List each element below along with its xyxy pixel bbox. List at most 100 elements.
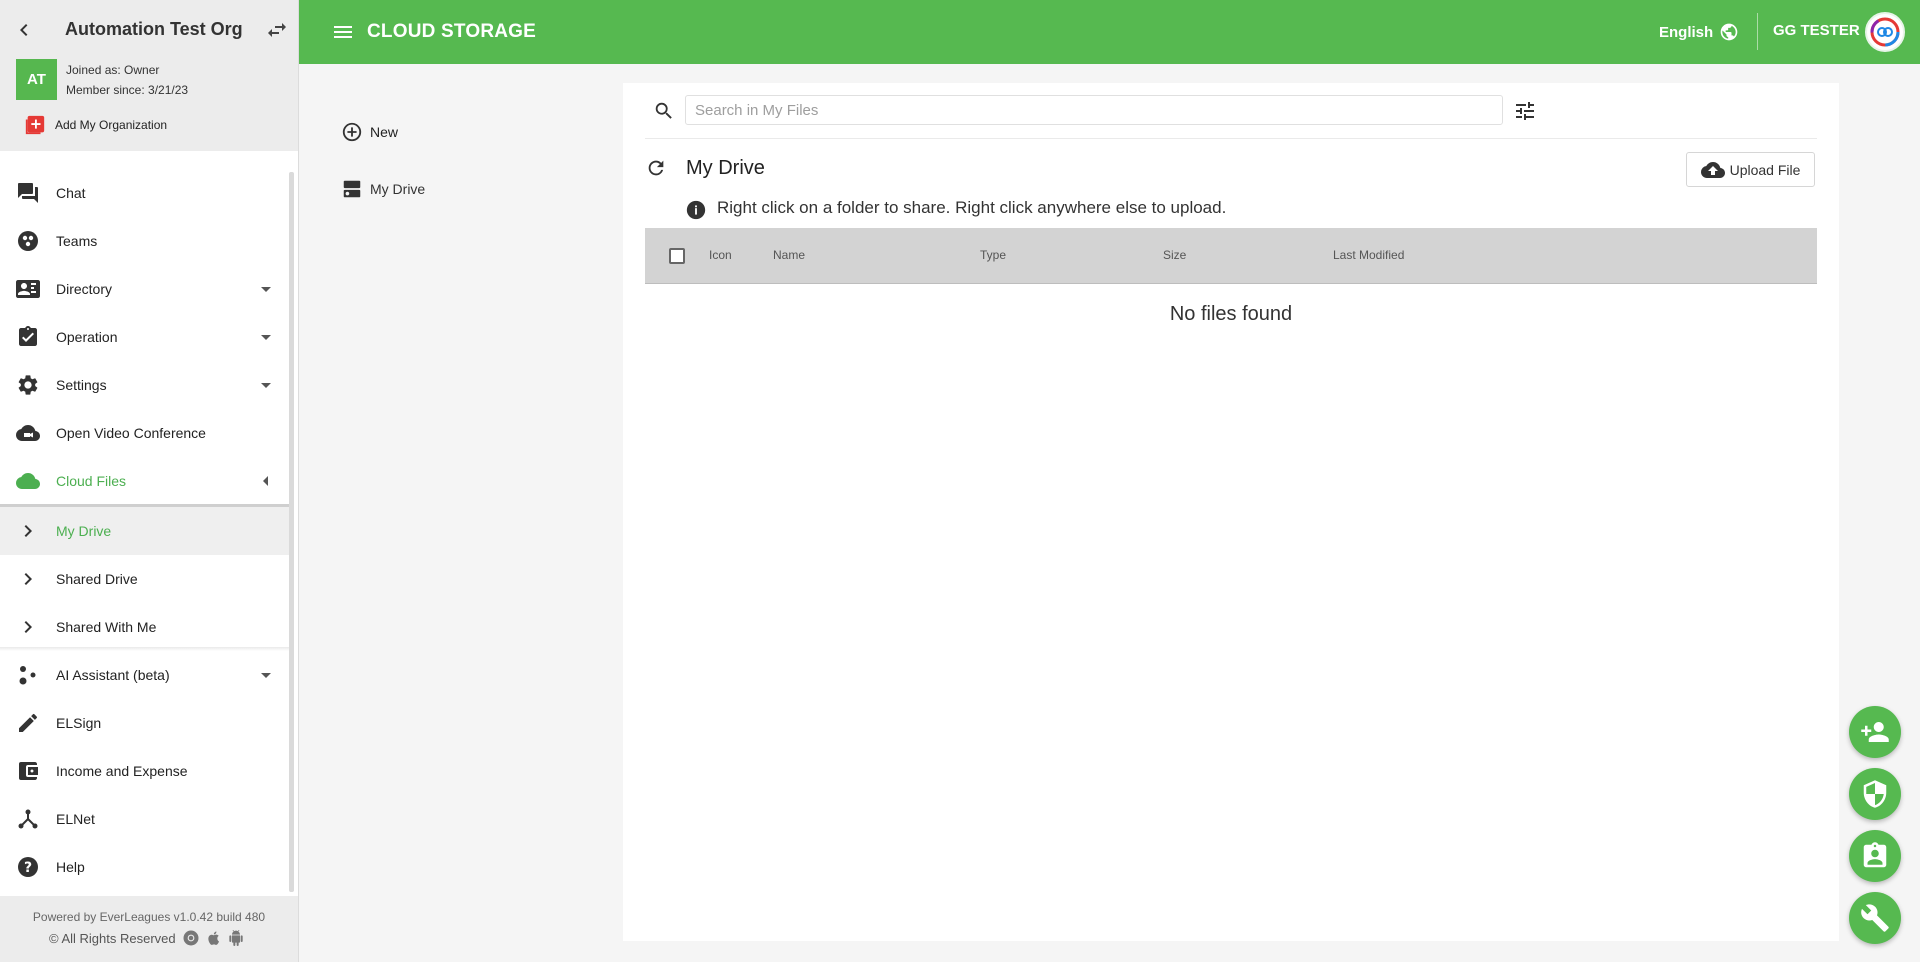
- sidebar-item-label: Cloud Files: [56, 473, 127, 489]
- network-icon: [18, 809, 38, 829]
- badge-icon: [1863, 842, 1887, 868]
- android-icon[interactable]: [228, 929, 244, 947]
- sidebar-item-label: Shared Drive: [56, 571, 138, 587]
- sidebar-item-teams[interactable]: Teams: [0, 217, 292, 265]
- back-arrow-icon[interactable]: [12, 18, 36, 42]
- sidebar-scrollbar[interactable]: [289, 172, 294, 892]
- caret-down-icon: [261, 287, 271, 292]
- column-header-type[interactable]: Type: [980, 248, 1006, 262]
- sidebar-item-label: Chat: [56, 185, 86, 201]
- language-label: English: [1659, 23, 1714, 41]
- sidebar-item-label: Help: [56, 859, 85, 875]
- dashboard-icon: [18, 151, 36, 158]
- sidebar-subitem-shared-drive[interactable]: Shared Drive: [0, 555, 292, 603]
- add-user-icon: [1861, 722, 1889, 742]
- sidebar-item-help[interactable]: ? Help: [0, 843, 292, 891]
- rights-row: © All Rights Reserved: [49, 929, 244, 947]
- sidebar-item-income-and-expense[interactable]: Income and Expense: [0, 747, 292, 795]
- caret-down-icon: [261, 673, 271, 678]
- language-selector[interactable]: English: [1659, 18, 1739, 46]
- globe-icon: [1720, 23, 1738, 41]
- chevron-right-icon: [24, 525, 32, 537]
- add-box-icon: [25, 115, 45, 135]
- new-button[interactable]: New: [341, 120, 398, 144]
- org-header: Automation Test Org AT Joined as: Owner …: [0, 0, 298, 151]
- sidebar-item-elnet[interactable]: ELNet: [0, 795, 292, 843]
- sidebar-item-label: ELSign: [56, 715, 102, 731]
- sidebar-item-cloud-files[interactable]: Cloud Files: [0, 457, 292, 505]
- sidebar-item-settings[interactable]: Settings: [0, 361, 292, 409]
- column-header-icon[interactable]: Icon: [709, 248, 732, 262]
- cloud-icon: [16, 473, 40, 489]
- gear-icon: [18, 375, 38, 395]
- search-input[interactable]: [685, 95, 1503, 125]
- clipboard-check-icon: [19, 326, 37, 346]
- sidebar-item-label: Shared With Me: [56, 619, 157, 635]
- column-header-last-modified[interactable]: Last Modified: [1333, 248, 1404, 262]
- sidebar-item-chat[interactable]: Chat: [0, 169, 292, 217]
- org-name: Automation Test Org: [65, 19, 243, 39]
- search-icon: [655, 102, 672, 119]
- sidebar-item-label: Operation: [56, 329, 118, 345]
- sidebar-item-directory[interactable]: Directory: [0, 265, 292, 313]
- column-header-name[interactable]: Name: [773, 248, 805, 262]
- sidebar-footer: Powered by EverLeagues v1.0.42 build 480…: [0, 896, 298, 962]
- sidebar-subitem-shared-with-me[interactable]: Shared With Me: [0, 603, 292, 651]
- chevron-right-icon: [24, 573, 32, 585]
- contact-card-icon: [16, 280, 40, 298]
- divider: [1757, 13, 1758, 50]
- shield-icon: [1863, 780, 1887, 808]
- sidebar-item-label: Settings: [56, 377, 107, 393]
- refresh-icon[interactable]: [645, 157, 667, 179]
- avatar[interactable]: [1865, 12, 1905, 52]
- filter-settings-icon[interactable]: [1513, 99, 1537, 123]
- add-user-fab[interactable]: [1849, 706, 1901, 758]
- sidebar-nav: Chat Teams Directory Operation Settings …: [0, 151, 292, 896]
- org-role: Joined as: Owner: [66, 63, 160, 77]
- wrench-icon: [1861, 904, 1889, 932]
- chat-icon: [18, 183, 38, 203]
- my-drive-link[interactable]: My Drive: [341, 177, 425, 201]
- add-organization-label: Add My Organization: [55, 118, 168, 132]
- tools-fab[interactable]: [1849, 892, 1901, 944]
- ai-dots-icon: [19, 666, 36, 685]
- sidebar-item-label: Directory: [56, 281, 113, 297]
- upload-file-label: Upload File: [1729, 161, 1801, 178]
- sidebar-item-operation[interactable]: Operation: [0, 313, 292, 361]
- sidebar-item-open-video-conference[interactable]: Open Video Conference: [0, 409, 292, 457]
- contact-badge-fab[interactable]: [1849, 830, 1901, 882]
- rights-text: © All Rights Reserved: [49, 930, 176, 946]
- chrome-icon[interactable]: [182, 929, 200, 947]
- caret-left-icon: [263, 476, 268, 486]
- sidebar-item-ai-assistant[interactable]: AI Assistant (beta): [0, 651, 292, 699]
- select-all-checkbox[interactable]: [669, 248, 685, 264]
- cloud-upload-icon: [1700, 161, 1725, 178]
- help-icon: ?: [18, 857, 38, 877]
- sidebar-subitem-my-drive[interactable]: My Drive: [0, 507, 292, 555]
- apple-icon[interactable]: [206, 929, 222, 947]
- security-fab[interactable]: [1849, 768, 1901, 820]
- my-drive-label: My Drive: [370, 181, 426, 197]
- org-avatar: AT: [16, 59, 57, 100]
- info-hint-text: Right click on a folder to share. Right …: [717, 198, 1227, 217]
- pencil-icon: [19, 713, 38, 732]
- sidebar-item-label: Open Video Conference: [56, 425, 206, 441]
- page-title: CLOUD STORAGE: [367, 21, 537, 42]
- sidebar: Automation Test Org AT Joined as: Owner …: [0, 0, 299, 962]
- new-label: New: [370, 124, 399, 140]
- teams-icon: [18, 231, 38, 251]
- sidebar-item-elsign[interactable]: ELSign: [0, 699, 292, 747]
- org-member-since: Member since: 3/21/23: [66, 83, 189, 97]
- add-organization-button[interactable]: Add My Organization: [24, 114, 167, 136]
- powered-by-text: Powered by EverLeagues v1.0.42 build 480: [32, 910, 266, 924]
- empty-state-message: No files found: [1169, 303, 1293, 325]
- sidebar-item-label: Income and Expense: [56, 763, 188, 779]
- column-header-size[interactable]: Size: [1163, 248, 1186, 262]
- upload-file-button[interactable]: Upload File: [1686, 152, 1815, 187]
- sidebar-item-label: Teams: [56, 233, 98, 249]
- sidebar-item-label: My Drive: [56, 523, 112, 539]
- info-icon: [686, 200, 706, 220]
- menu-icon[interactable]: [331, 20, 355, 44]
- user-name[interactable]: GG TESTER: [1773, 22, 1860, 39]
- switch-org-icon[interactable]: [264, 18, 290, 42]
